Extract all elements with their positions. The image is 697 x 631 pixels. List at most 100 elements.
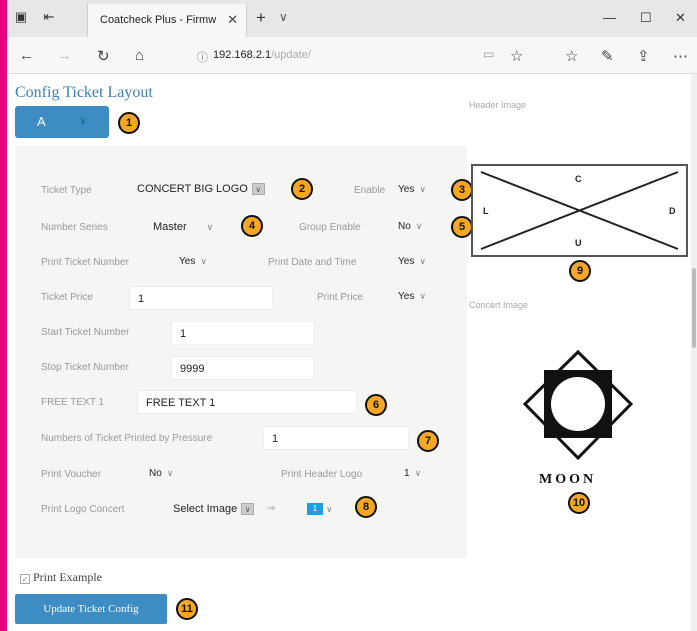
back-icon[interactable]: ← <box>19 47 34 64</box>
home-icon[interactable]: ⌂ <box>135 47 144 64</box>
navigation-bar: ← → ↻ ⌂ ⓘ 192.168.2.1/update/ ▭ ☆ ☆ ✎ ⇪ … <box>7 37 697 74</box>
print-date-time-label: Print Date and Time <box>268 257 357 268</box>
layout-select[interactable]: A ∨ <box>15 106 109 138</box>
print-ticket-number-label: Print Ticket Number <box>41 257 129 268</box>
print-example-checkbox[interactable]: ✓ Print Example <box>20 570 102 585</box>
callout-badge-9: 9 <box>569 260 591 282</box>
number-series-select[interactable]: Master ∨ <box>153 221 213 233</box>
print-date-time-select[interactable]: Yes ∨ <box>398 256 426 267</box>
ticket-price-label: Ticket Price <box>41 292 93 303</box>
tickets-by-pressure-label: Numbers of Ticket Printed by Pressure <box>41 433 213 444</box>
update-ticket-config-button[interactable]: Update Ticket Config <box>15 594 167 624</box>
callout-badge-10: 10 <box>568 492 590 514</box>
moon-logo-text: MOON <box>539 472 597 487</box>
header-image-label: Header Image <box>469 100 527 110</box>
free-text-input[interactable]: FREE TEXT 1 <box>137 390 357 414</box>
arrow-symbol: ⇒ <box>267 503 276 514</box>
checkbox-icon[interactable]: ✓ <box>20 574 30 584</box>
tickets-by-pressure-input[interactable]: 1 <box>263 426 409 450</box>
tab-aside-icon[interactable]: ⇤ <box>41 10 57 24</box>
print-price-select[interactable]: Yes ∨ <box>398 291 426 302</box>
scrollbar-thumb[interactable] <box>692 268 696 348</box>
notes-pen-icon[interactable]: ✎ <box>601 47 614 65</box>
print-header-logo-select[interactable]: 1 ∨ <box>404 468 421 479</box>
browser-tab[interactable]: Coatcheck Plus - Firmw ✕ <box>87 4 247 37</box>
maximize-icon[interactable]: ☐ <box>640 10 652 26</box>
print-voucher-select[interactable]: No ∨ <box>149 468 173 479</box>
chevron-down-icon: ∨ <box>206 222 214 232</box>
moon-logo-graphic <box>522 349 634 461</box>
refresh-icon[interactable]: ↻ <box>97 47 110 65</box>
free-text-label: FREE TEXT 1 <box>41 397 104 408</box>
callout-badge-3: 3 <box>451 179 473 201</box>
print-ticket-number-select[interactable]: Yes ∨ <box>179 256 207 267</box>
callout-badge-8: 8 <box>355 496 377 518</box>
chevron-down-icon: ∨ <box>414 468 422 478</box>
tab-preview-icon[interactable]: ▣ <box>13 10 29 24</box>
start-ticket-number-input[interactable]: 1 <box>171 321 315 345</box>
callout-badge-5: 5 <box>451 216 473 238</box>
concert-image-preview <box>517 346 639 468</box>
callout-badge-11: 11 <box>176 598 198 620</box>
chevron-down-icon: ∨ <box>419 291 426 301</box>
ticket-type-label: Ticket Type <box>41 185 92 196</box>
chevron-down-icon: ∨ <box>241 503 255 516</box>
chevron-down-icon: ∨ <box>415 221 423 231</box>
group-enable-label: Group Enable <box>299 222 361 233</box>
minimize-icon[interactable]: — <box>603 10 616 25</box>
chevron-down-icon: ∨ <box>251 183 265 196</box>
print-price-label: Print Price <box>317 292 364 303</box>
chevron-down-icon: ∨ <box>419 256 426 266</box>
share-icon[interactable]: ⇪ <box>637 47 650 65</box>
layout-select-value: A <box>37 114 46 129</box>
header-letter-top: C <box>575 174 582 184</box>
concert-image-label: Concert Image <box>469 300 529 310</box>
title-bar: ▣ ⇤ Coatcheck Plus - Firmw ✕ + ∨ — ☐ ✕ <box>7 0 697 37</box>
more-menu-icon[interactable]: ⋯ <box>673 47 688 65</box>
address-bar[interactable]: ⓘ 192.168.2.1/update/ <box>191 45 531 67</box>
config-panel: Ticket Type CONCERT BIG LOGO ∨ 2 Enable Y… <box>15 146 473 558</box>
callout-badge-7: 7 <box>417 430 439 452</box>
enable-select[interactable]: Yes ∨ <box>398 184 426 195</box>
page-title: Config Ticket Layout <box>15 84 153 101</box>
ticket-type-select[interactable]: CONCERT BIG LOGO ∨ <box>137 183 265 196</box>
forward-icon[interactable]: → <box>57 47 72 64</box>
header-letter-right: D <box>669 206 676 216</box>
chevron-down-icon: ∨ <box>166 468 174 478</box>
stop-ticket-number-label: Stop Ticket Number <box>41 362 129 373</box>
favorite-star-icon[interactable]: ☆ <box>510 47 523 65</box>
number-series-label: Number Series <box>41 222 108 233</box>
tab-list-chevron-icon[interactable]: ∨ <box>279 10 288 24</box>
chevron-down-icon: ∨ <box>326 503 333 514</box>
chevron-down-icon: ∨ <box>200 256 207 266</box>
callout-badge-6: 6 <box>365 394 387 416</box>
print-voucher-label: Print Voucher <box>41 469 102 480</box>
new-tab-icon[interactable]: + <box>256 8 266 28</box>
callout-badge-4: 4 <box>241 215 263 237</box>
header-image-preview: C L D U <box>471 164 688 257</box>
favorites-hub-icon[interactable]: ☆ <box>565 47 578 65</box>
reading-view-icon[interactable]: ▭ <box>483 47 494 61</box>
enable-label: Enable <box>354 185 386 196</box>
stop-ticket-number-input[interactable]: 9999 <box>171 356 315 380</box>
info-icon[interactable]: ⓘ <box>197 49 208 65</box>
header-letter-bottom: U <box>575 238 582 248</box>
browser-window: ▣ ⇤ Coatcheck Plus - Firmw ✕ + ∨ — ☐ ✕ ←… <box>7 0 697 631</box>
close-window-icon[interactable]: ✕ <box>675 10 686 26</box>
ticket-price-input[interactable]: 1 <box>129 286 273 310</box>
print-header-logo-label: Print Header Logo <box>281 469 363 480</box>
callout-badge-1: 1 <box>118 112 140 134</box>
chevron-down-icon: ∨ <box>79 115 88 127</box>
tab-title: Coatcheck Plus - Firmw <box>100 14 217 26</box>
chevron-down-icon: ∨ <box>419 184 426 194</box>
logo-color-select[interactable]: 1 ∨ <box>307 503 333 515</box>
header-letter-left: L <box>483 206 489 216</box>
group-enable-select[interactable]: No ∨ <box>398 221 422 232</box>
scrollbar[interactable] <box>691 74 697 631</box>
page-content: Config Ticket Layout A ∨ 1 Ticket Type C… <box>7 74 697 631</box>
print-logo-concert-label: Print Logo Concert <box>41 504 125 515</box>
color-swatch: 1 <box>307 503 323 515</box>
start-ticket-number-label: Start Ticket Number <box>41 327 130 338</box>
print-logo-concert-select[interactable]: Select Image ∨ <box>173 503 255 516</box>
tab-close-icon[interactable]: ✕ <box>227 12 238 28</box>
